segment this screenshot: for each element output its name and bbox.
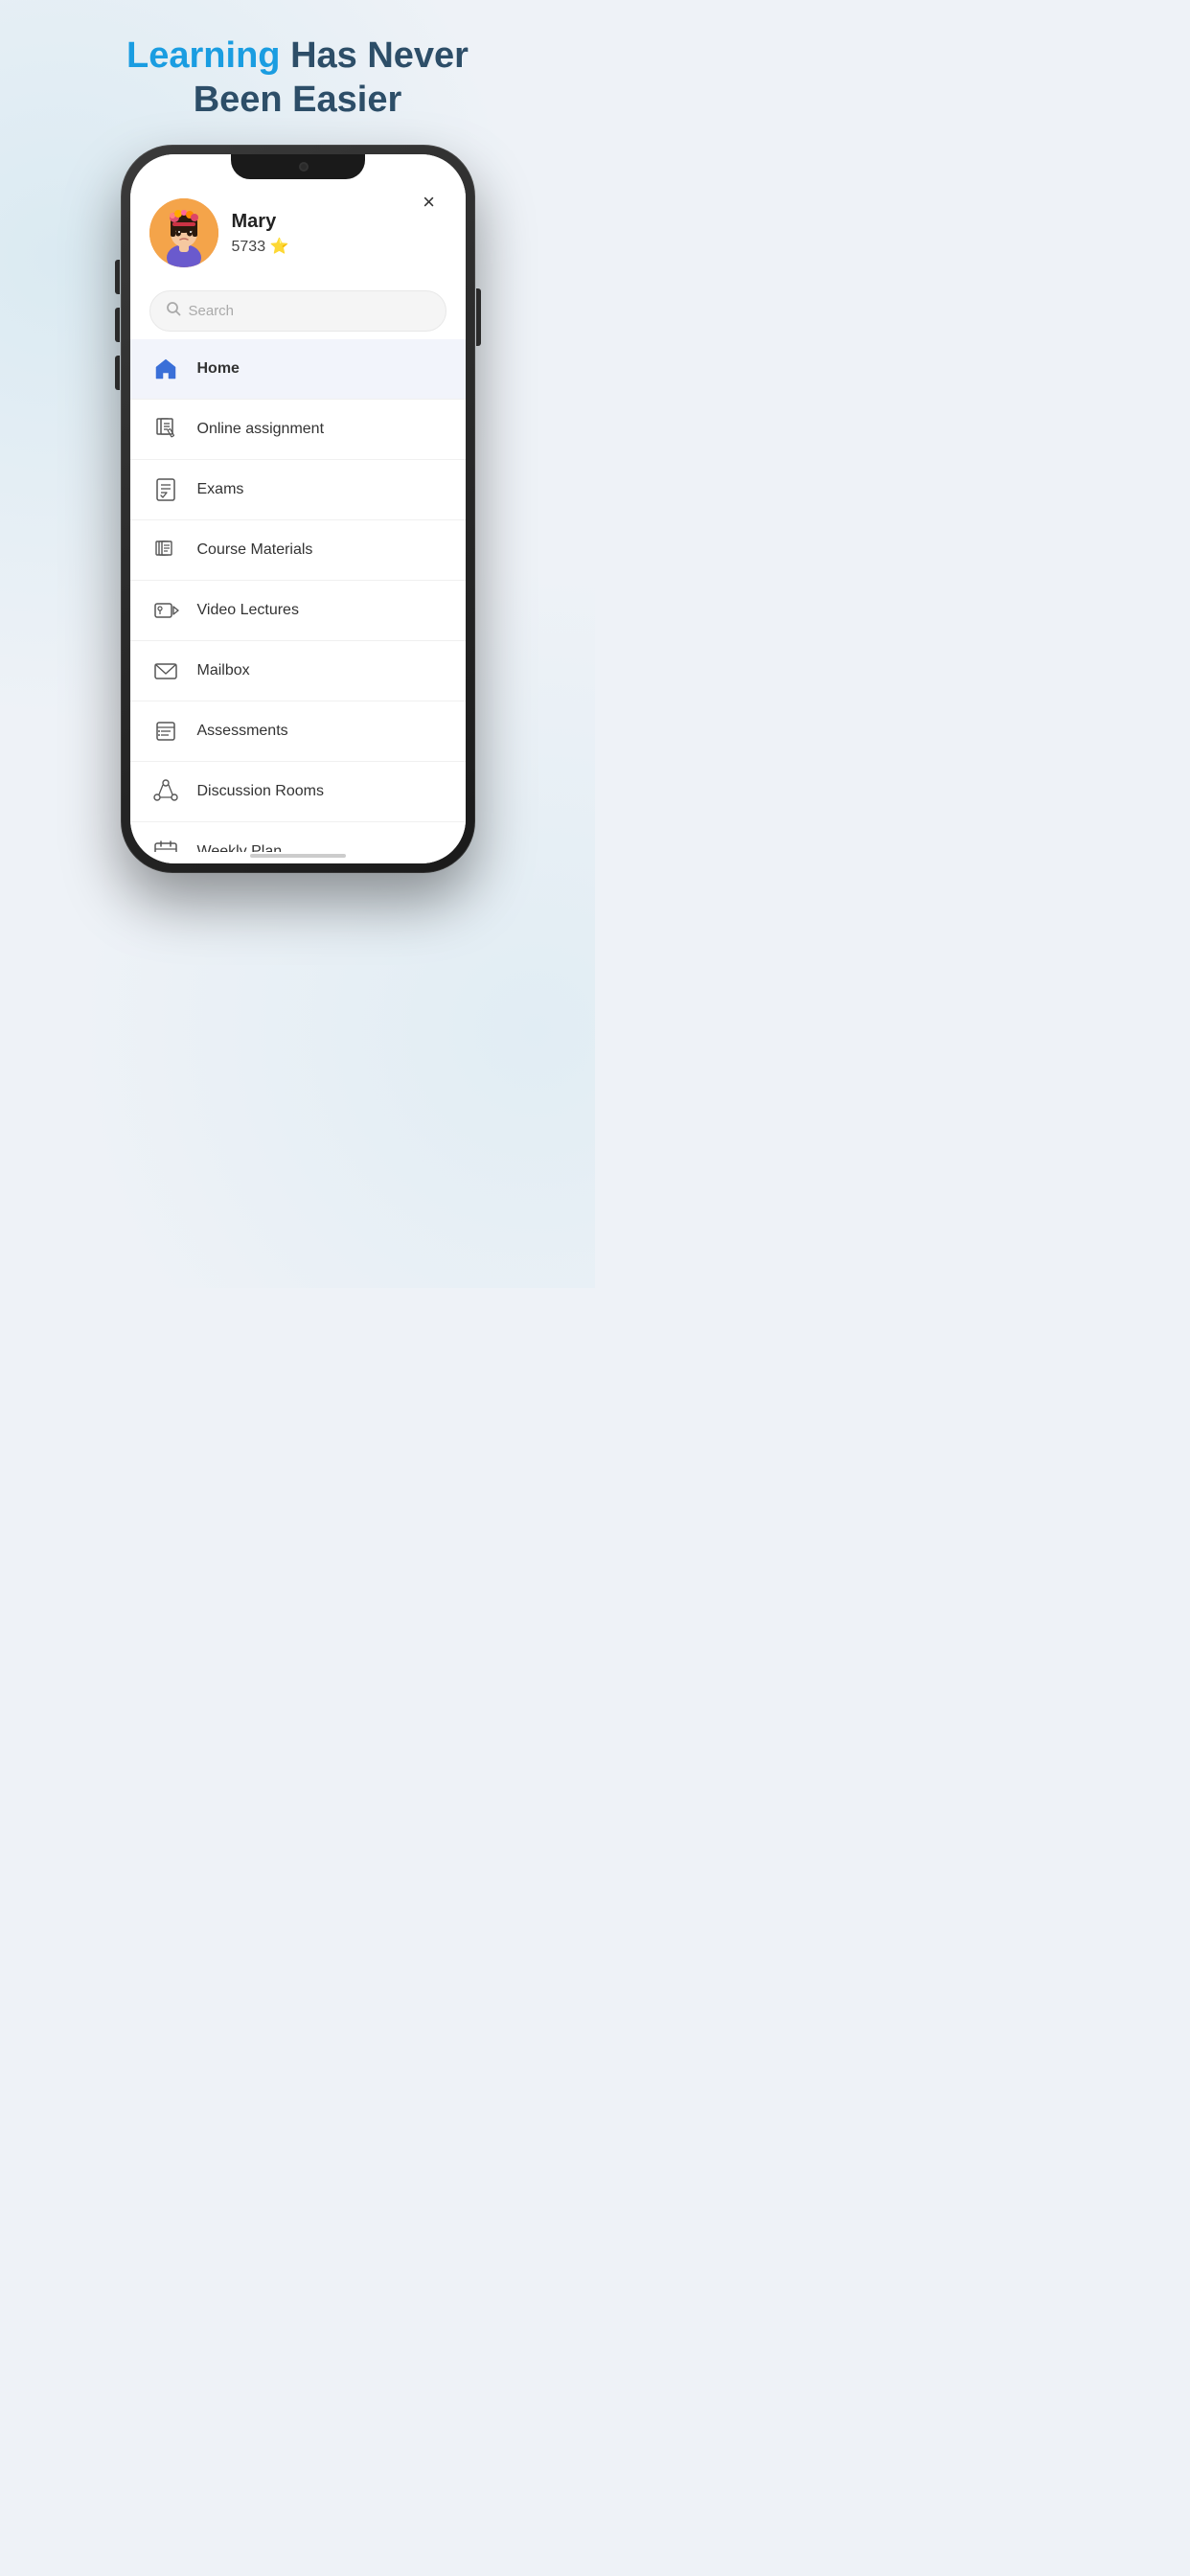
phone-outer: ×: [121, 145, 475, 873]
menu-label-exams: Exams: [197, 481, 244, 498]
menu-item-course-materials[interactable]: Course Materials: [130, 520, 466, 581]
avatar-image: [149, 198, 218, 267]
menu-item-weekly-plan[interactable]: Weekly Plan: [130, 822, 466, 852]
camera: [299, 162, 309, 172]
exams-icon: [149, 473, 182, 506]
bottom-bar: [130, 852, 466, 863]
menu-item-video-lectures[interactable]: Video Lectures: [130, 581, 466, 641]
menu-label-materials: Course Materials: [197, 541, 313, 559]
calendar-icon: [149, 836, 182, 852]
search-placeholder: Search: [189, 303, 235, 319]
search-icon: [166, 301, 181, 321]
menu-label-assignment: Online assignment: [197, 421, 325, 438]
home-indicator: [250, 854, 346, 858]
avatar: [149, 198, 218, 267]
assignment-icon: [149, 413, 182, 446]
phone-inner: ×: [130, 154, 466, 863]
hero-title-blue: Learning: [126, 35, 280, 76]
user-stars: 5733 ⭐: [232, 237, 289, 256]
menu-label-discussion: Discussion Rooms: [197, 783, 324, 800]
hero-title: Learning Has NeverBeen Easier: [126, 34, 469, 122]
search-bar[interactable]: Search: [149, 290, 446, 332]
menu-item-home[interactable]: Home: [130, 339, 466, 400]
menu-item-mailbox[interactable]: Mailbox: [130, 641, 466, 702]
close-button[interactable]: ×: [416, 189, 443, 216]
video-icon: [149, 594, 182, 627]
menu-list: Home: [130, 339, 466, 852]
menu-label-mailbox: Mailbox: [197, 662, 250, 679]
menu-label-home: Home: [197, 360, 240, 378]
screen: Mary 5733 ⭐ Search: [130, 154, 466, 863]
menu-item-exams[interactable]: Exams: [130, 460, 466, 520]
menu-item-discussion-rooms[interactable]: Discussion Rooms: [130, 762, 466, 822]
menu-item-assessments[interactable]: Assessments: [130, 702, 466, 762]
menu-item-online-assignment[interactable]: Online assignment: [130, 400, 466, 460]
phone-notch: [231, 154, 365, 179]
discussion-icon: [149, 775, 182, 808]
materials-icon: [149, 534, 182, 566]
menu-label-assessments: Assessments: [197, 723, 288, 740]
home-icon: [149, 353, 182, 385]
menu-label-video: Video Lectures: [197, 602, 299, 619]
phone-frame: ×: [121, 145, 475, 873]
mail-icon: [149, 655, 182, 687]
menu-label-weekly: Weekly Plan: [197, 843, 283, 852]
user-name: Mary: [232, 211, 289, 233]
user-info: Mary 5733 ⭐: [232, 211, 289, 256]
assessments-icon: [149, 715, 182, 748]
